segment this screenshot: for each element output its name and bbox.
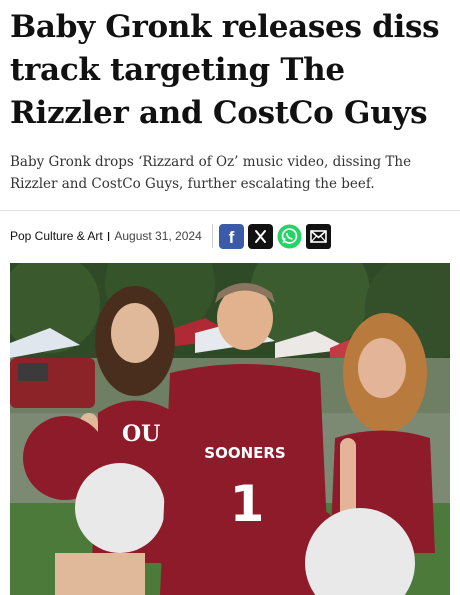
category-link[interactable]: Pop Culture & Art <box>10 229 103 243</box>
publish-date: August 31, 2024 <box>114 229 202 243</box>
email-icon <box>309 229 327 243</box>
x-icon <box>254 229 266 243</box>
whatsapp-icon <box>277 223 302 249</box>
svg-text:f: f <box>228 228 234 247</box>
article-meta: Pop Culture & Art I August 31, 2024 f <box>10 222 335 250</box>
meta-separator: I <box>106 228 111 244</box>
facebook-share-button[interactable]: f <box>218 223 244 249</box>
facebook-icon: f <box>228 228 234 247</box>
jersey-number: 1 <box>230 475 265 533</box>
whatsapp-share-button[interactable] <box>277 223 302 249</box>
x-share-button[interactable] <box>247 223 273 249</box>
meta-divider <box>211 224 213 248</box>
cheer-photo-illustration: OU SOONERS 1 <box>10 263 450 595</box>
white-pompom <box>75 463 165 553</box>
email-share-button[interactable] <box>305 223 331 249</box>
article-photo: OU SOONERS 1 <box>10 263 450 595</box>
article-headline: Baby Gronk releases diss track targeting… <box>10 9 440 131</box>
divider <box>0 210 460 211</box>
article-subheadline: Baby Gronk drops ‘Rizzard of Oz’ music v… <box>10 154 412 192</box>
cheer-logo: OU <box>122 421 160 447</box>
jersey-text: SOONERS <box>204 444 285 462</box>
